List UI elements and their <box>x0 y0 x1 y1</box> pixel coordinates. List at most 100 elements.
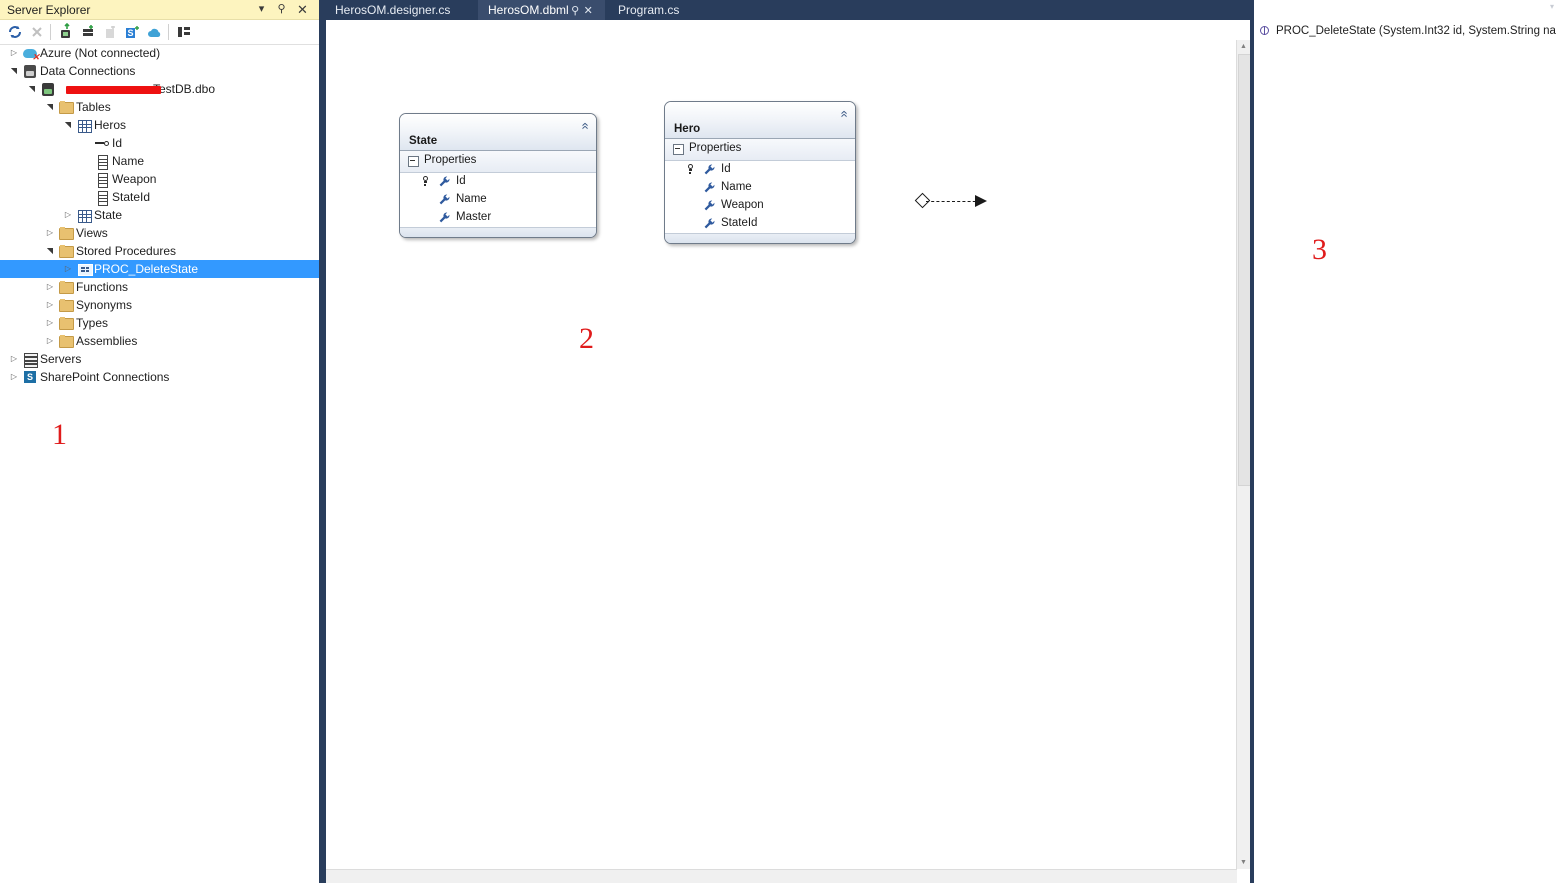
editor-tab-bar: HerosOM.designer.cs HerosOM.dbml ⚲ ✕ Program… <box>325 0 1250 20</box>
chevron-up-icon[interactable]: « <box>837 110 852 117</box>
window-menu-icon[interactable]: ▾ <box>254 2 269 17</box>
close-icon[interactable]: ✕ <box>295 2 310 17</box>
property-row[interactable]: StateId <box>665 215 855 233</box>
tab-pin-icon[interactable]: ⚲ <box>569 1 582 21</box>
tree-item-types[interactable]: ▷ Types <box>0 314 319 332</box>
chevron-up-icon[interactable]: « <box>578 122 593 129</box>
property-row[interactable]: Name <box>665 179 855 197</box>
chevron-collapsed-icon[interactable]: ▷ <box>62 206 74 224</box>
property-row[interactable]: Name <box>400 191 596 209</box>
tree-item-heros[interactable]: ◢ Heros <box>0 116 319 134</box>
chevron-collapsed-icon[interactable]: ▷ <box>62 260 74 278</box>
azure-icon[interactable] <box>145 23 163 41</box>
tree-item-tables[interactable]: ◢ Tables <box>0 98 319 116</box>
add-server-icon[interactable] <box>79 23 97 41</box>
tab-close-icon[interactable]: ✕ <box>582 1 595 21</box>
property-row[interactable]: Weapon <box>665 197 855 215</box>
server-explorer-toolbar: S <box>0 20 319 45</box>
dbml-design-surface[interactable]: State « Properties Id Name Master Hero « <box>325 20 1251 883</box>
chevron-collapsed-icon[interactable]: ▷ <box>44 332 56 350</box>
chevron-collapsed-icon[interactable]: ▷ <box>8 350 20 368</box>
chevron-expanded-icon[interactable]: ◢ <box>23 83 41 95</box>
tree-item-assemblies[interactable]: ▷ Assemblies <box>0 332 319 350</box>
sql-server-object-icon[interactable]: S <box>123 23 141 41</box>
annotation-number-3: 3 <box>1312 233 1327 266</box>
tree-item-name[interactable]: Name <box>0 152 319 170</box>
entity-hero-footer <box>665 233 855 243</box>
tab-herosom-dbml[interactable]: HerosOM.dbml ⚲ ✕ <box>478 0 605 20</box>
tree-item-sharepoint-connections[interactable]: ▷ S SharePoint Connections <box>0 368 319 386</box>
tree-item-label: TestDB.dbo <box>153 82 216 96</box>
folder-icon <box>58 296 74 314</box>
tree-item-label: Heros <box>94 118 127 132</box>
entity-hero[interactable]: Hero « Properties Id Name Weapon StateId <box>664 101 856 244</box>
property-wrench-icon <box>703 181 716 194</box>
folder-icon <box>58 242 74 260</box>
tree-item-data-connections[interactable]: ◢ Data Connections <box>0 62 319 80</box>
property-wrench-icon <box>703 217 716 230</box>
chevron-collapsed-icon[interactable]: ▷ <box>44 314 56 332</box>
tree-item-label: Weapon <box>112 172 157 186</box>
delete-icon <box>101 23 119 41</box>
folder-icon <box>58 314 74 332</box>
stop-icon <box>28 23 46 41</box>
property-row[interactable]: Master <box>400 209 596 227</box>
entity-state-properties-header: Properties <box>400 151 596 173</box>
tab-label: HerosOM.designer.cs <box>335 3 451 17</box>
property-row[interactable]: Id <box>665 161 855 179</box>
tree-item-id[interactable]: Id <box>0 134 319 152</box>
tree-item-stored-procedures[interactable]: ◢ Stored Procedures <box>0 242 319 260</box>
chevron-collapsed-icon[interactable]: ▷ <box>8 44 20 62</box>
primary-key-icon <box>422 176 433 187</box>
association-line[interactable] <box>926 201 981 202</box>
method-signature-label: PROC_DeleteState (System.Int32 id, Syste… <box>1276 25 1556 37</box>
tree-item-views[interactable]: ▷ Views <box>0 224 319 242</box>
chevron-collapsed-icon[interactable]: ▷ <box>44 224 56 242</box>
property-wrench-icon <box>438 175 451 188</box>
properties-icon[interactable] <box>175 23 193 41</box>
folder-icon <box>58 332 74 350</box>
chevron-expanded-icon[interactable]: ◢ <box>59 119 77 131</box>
property-row[interactable]: Id <box>400 173 596 191</box>
tree-item-label: Id <box>112 136 123 150</box>
tab-label: HerosOM.dbml <box>488 3 569 17</box>
canvas-vertical-scrollbar[interactable]: ▲ ▼ <box>1236 40 1251 869</box>
chevron-collapsed-icon[interactable]: ▷ <box>44 296 56 314</box>
tree-item-state[interactable]: ▷ State <box>0 206 319 224</box>
tree-item-label: PROC_DeleteState <box>94 262 199 276</box>
tree-item-weapon[interactable]: Weapon <box>0 170 319 188</box>
tab-herosom-designer-cs[interactable]: HerosOM.designer.cs <box>325 0 460 20</box>
entity-state[interactable]: State « Properties Id Name Master <box>399 113 597 238</box>
collapse-toggle-icon[interactable] <box>408 156 419 167</box>
chevron-expanded-icon[interactable]: ◢ <box>41 101 59 113</box>
scroll-down-icon[interactable]: ▼ <box>1237 856 1250 869</box>
tree-item-label: Assemblies <box>76 334 138 348</box>
chevron-expanded-icon[interactable]: ◢ <box>41 245 59 257</box>
tree-item-servers[interactable]: ▷ Servers <box>0 350 319 368</box>
tree-item-label: Functions <box>76 280 129 294</box>
tree-item-label: Stored Procedures <box>76 244 177 258</box>
folder-icon <box>58 224 74 242</box>
chevron-collapsed-icon[interactable]: ▷ <box>8 368 20 386</box>
tab-program-cs[interactable]: Program.cs <box>608 0 689 20</box>
server-explorer-tree[interactable]: ▷ ✕ Azure (Not connected) ◢ Data Connections… <box>0 44 319 883</box>
tree-item-functions[interactable]: ▷ Functions <box>0 278 319 296</box>
chevron-down-icon[interactable]: ▾ <box>1550 2 1554 11</box>
collapse-toggle-icon[interactable] <box>673 144 684 155</box>
tree-item-synonyms[interactable]: ▷ Synonyms <box>0 296 319 314</box>
tree-item-proc-deletestate[interactable]: ▷ PROC_DeleteState <box>0 260 319 278</box>
property-name-label: Id <box>456 175 466 187</box>
server-explorer-titlebar: Server Explorer ▾ ⚲ ✕ <box>0 0 319 20</box>
tree-item-azure-not-connected-[interactable]: ▷ ✕ Azure (Not connected) <box>0 44 319 62</box>
pin-icon[interactable]: ⚲ <box>274 2 289 17</box>
azure-icon: ✕ <box>22 44 40 62</box>
chevron-collapsed-icon[interactable]: ▷ <box>44 278 56 296</box>
connect-to-database-icon[interactable] <box>57 22 75 41</box>
method-list-item[interactable]: PROC_DeleteState (System.Int32 id, Syste… <box>1254 22 1557 40</box>
tree-item-label: StateId <box>112 190 151 204</box>
canvas-horizontal-scrollbar[interactable] <box>326 869 1237 883</box>
refresh-icon[interactable] <box>6 23 24 41</box>
scroll-up-icon[interactable]: ▲ <box>1237 40 1250 53</box>
chevron-expanded-icon[interactable]: ◢ <box>5 65 23 77</box>
tree-item-stateid[interactable]: StateId <box>0 188 319 206</box>
